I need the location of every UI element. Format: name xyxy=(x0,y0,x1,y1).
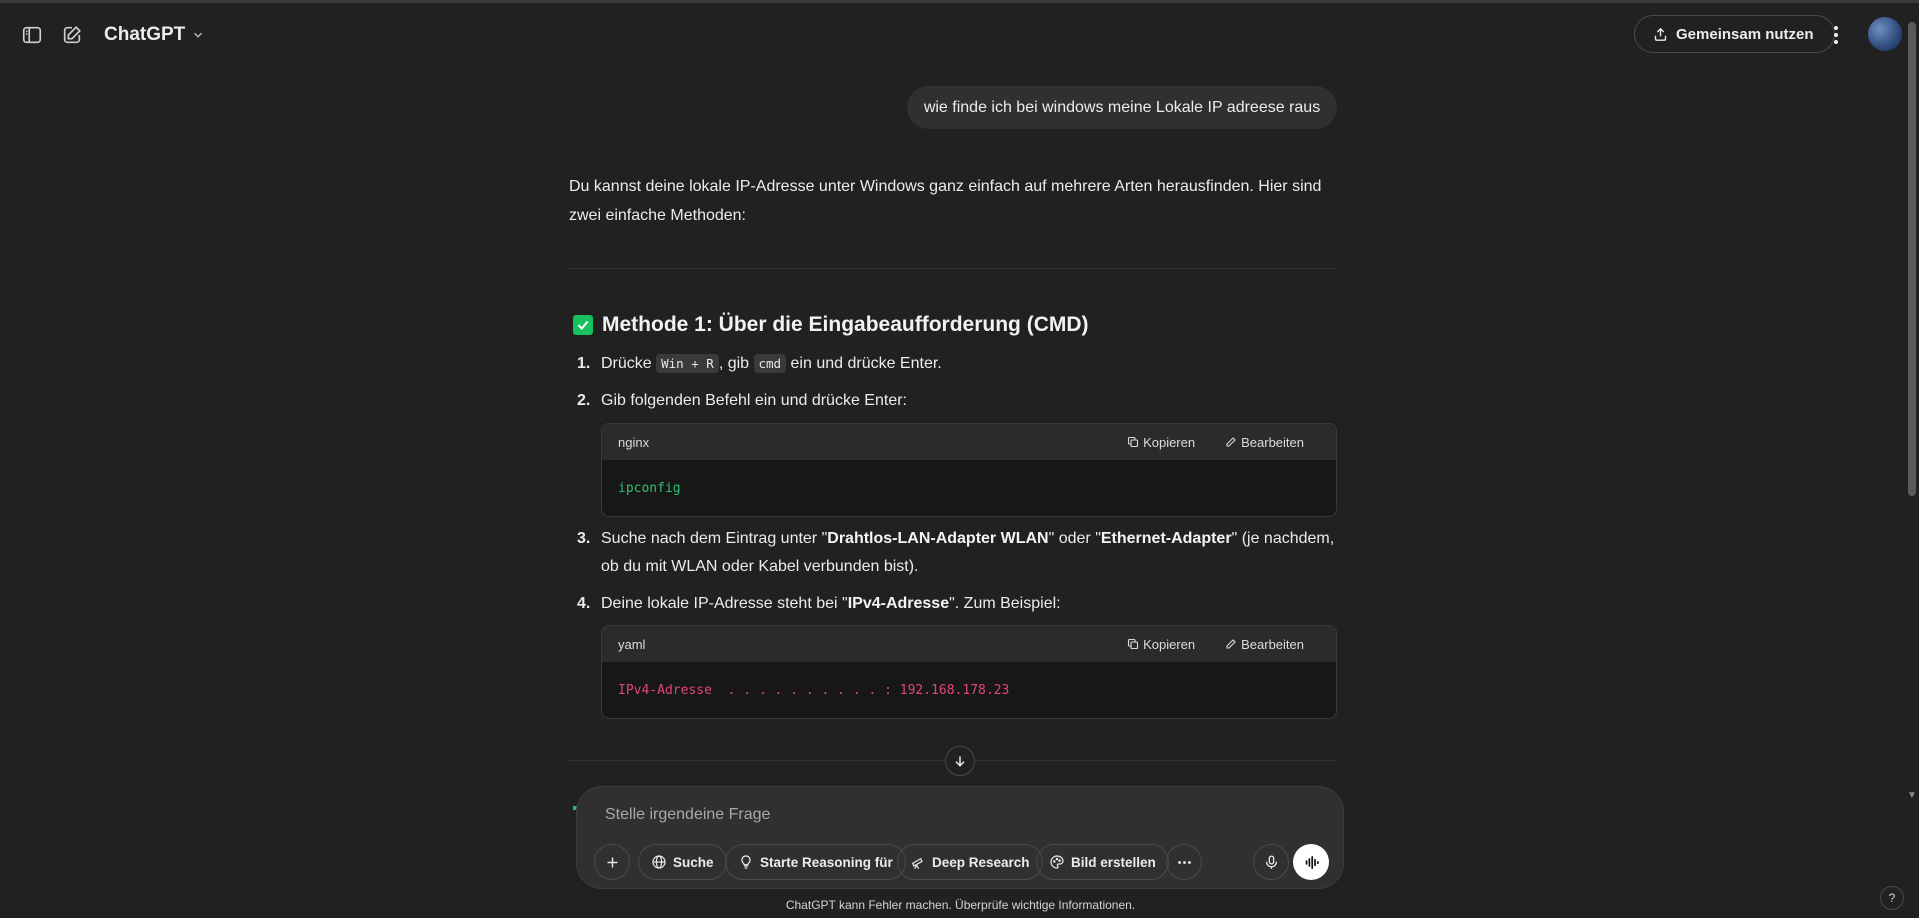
copy-button[interactable]: Kopieren xyxy=(1127,637,1195,652)
copy-icon xyxy=(1128,436,1139,448)
copy-button[interactable]: Kopieren xyxy=(1127,435,1195,450)
check-mark-icon xyxy=(573,315,593,335)
prompt-input[interactable] xyxy=(605,801,1305,829)
list-item: 1. Drücke Win + R, gib cmd ein und drück… xyxy=(569,350,1339,378)
reasoning-tool-button[interactable]: Starte Reasoning für xyxy=(725,844,906,880)
divider xyxy=(569,268,1337,269)
search-tool-button[interactable]: Suche xyxy=(638,844,727,880)
inline-code: Win + R xyxy=(656,354,719,373)
method-title: Methode 1: Über die Eingabeaufforderung … xyxy=(602,313,1089,336)
pencil-icon xyxy=(1226,437,1236,447)
list-number: 2. xyxy=(577,392,591,409)
list-text: Suche nach dem Eintrag unter "Drahtlos-L… xyxy=(601,525,1337,581)
avatar[interactable] xyxy=(1868,17,1902,51)
list-text: Deine lokale IP-Adresse steht bei "IPv4-… xyxy=(601,590,1337,618)
text-fragment: Suche nach dem Eintrag unter " xyxy=(601,530,828,547)
scroll-down-arrow-icon[interactable]: ▼ xyxy=(1906,790,1918,802)
edit-label: Bearbeiten xyxy=(1241,636,1304,652)
text-fragment: " oder " xyxy=(1048,530,1101,547)
telescope-icon xyxy=(911,857,923,869)
top-bar: ChatGPT Gemeinsam nutzen xyxy=(0,3,1902,61)
code-block-header: nginx Kopieren Bearbeiten xyxy=(602,424,1336,460)
create-image-tool-button[interactable]: Bild erstellen xyxy=(1036,844,1169,880)
more-horizontal-icon xyxy=(1177,860,1191,864)
list-text: Drücke Win + R, gib cmd ein und drücke E… xyxy=(601,350,1337,378)
more-options-button[interactable] xyxy=(1822,17,1850,53)
share-label: Gemeinsam nutzen xyxy=(1676,25,1814,43)
bold-text: Ethernet-Adapter xyxy=(1100,530,1232,547)
text-fragment: ein und drücke Enter. xyxy=(786,355,942,372)
add-attachment-button[interactable] xyxy=(594,844,630,880)
model-name: ChatGPT xyxy=(104,24,186,45)
user-message-text: wie finde ich bei windows meine Lokale I… xyxy=(923,98,1321,116)
lightbulb-icon xyxy=(741,855,751,869)
code-text: ipconfig xyxy=(618,480,681,496)
edit-icon xyxy=(63,26,81,44)
inline-code: cmd xyxy=(753,354,787,373)
list-item: 2. Gib folgenden Befehl ein und drücke E… xyxy=(569,387,1339,415)
list-text: Gib folgenden Befehl ein und drücke Ente… xyxy=(601,392,907,409)
list-number: 3. xyxy=(577,530,591,547)
composer: Suche Starte Reasoning für Deep Research… xyxy=(576,786,1344,889)
deep-research-tool-label: Deep Research xyxy=(932,854,1030,870)
assistant-intro: Du kannst deine lokale IP-Adresse unter … xyxy=(569,178,1322,224)
share-icon xyxy=(1654,27,1667,41)
edit-button[interactable]: Bearbeiten xyxy=(1225,637,1304,652)
palette-icon xyxy=(1050,855,1064,869)
code-block: yaml Kopieren Bearbeiten IPv4-Adresse . … xyxy=(601,625,1337,719)
new-chat-button[interactable] xyxy=(54,17,90,53)
bold-text: Drahtlos-LAN-Adapter WLAN xyxy=(827,530,1049,547)
help-button[interactable]: ? xyxy=(1880,886,1904,910)
list-item: 4. Deine lokale IP-Adresse steht bei "IP… xyxy=(569,590,1339,618)
code-language: nginx xyxy=(618,434,650,450)
arrow-down-icon xyxy=(955,756,965,767)
more-tools-button[interactable] xyxy=(1166,844,1202,880)
scrollbar-thumb[interactable] xyxy=(1908,22,1916,496)
sidebar-icon xyxy=(22,26,42,44)
reasoning-tool-label: Starte Reasoning für xyxy=(760,854,893,870)
microphone-icon xyxy=(1265,854,1277,869)
copy-label: Kopieren xyxy=(1143,434,1196,450)
deep-research-tool-button[interactable]: Deep Research xyxy=(897,844,1043,880)
list-number: 4. xyxy=(577,595,591,612)
dictate-button[interactable] xyxy=(1253,844,1289,880)
bold-text: IPv4-Adresse xyxy=(847,595,950,612)
voice-mode-button[interactable] xyxy=(1293,844,1329,880)
code-block-header: yaml Kopieren Bearbeiten xyxy=(602,626,1336,662)
user-message-bubble: wie finde ich bei windows meine Lokale I… xyxy=(907,86,1337,129)
text-fragment: ". Zum Beispiel: xyxy=(949,595,1061,612)
sidebar-toggle-button[interactable] xyxy=(14,17,50,53)
code-content: IPv4-Adresse . . . . . . . . . . : 192.1… xyxy=(602,662,1336,718)
help-icon: ? xyxy=(1888,891,1896,905)
share-button[interactable]: Gemeinsam nutzen xyxy=(1634,15,1835,53)
create-image-tool-label: Bild erstellen xyxy=(1071,854,1156,870)
disclaimer-text: ChatGPT kann Fehler machen. Überprüfe wi… xyxy=(785,898,1136,912)
code-content: ipconfig xyxy=(602,460,1336,516)
text-fragment: , gib xyxy=(718,355,754,372)
search-tool-label: Suche xyxy=(673,854,714,870)
text-fragment: Drücke xyxy=(601,355,657,372)
edit-label: Bearbeiten xyxy=(1241,434,1304,450)
list-number: 1. xyxy=(577,355,591,372)
more-vertical-icon xyxy=(1834,26,1838,44)
edit-button[interactable]: Bearbeiten xyxy=(1225,435,1304,450)
text-fragment: Deine lokale IP-Adresse steht bei " xyxy=(601,595,848,612)
chevron-down-icon xyxy=(194,32,203,38)
assistant-message: Du kannst deine lokale IP-Adresse unter … xyxy=(569,172,1337,230)
scroll-to-bottom-button[interactable] xyxy=(945,746,975,776)
copy-icon xyxy=(1128,638,1139,650)
code-language: yaml xyxy=(618,636,646,652)
code-block: nginx Kopieren Bearbeiten ipconfig xyxy=(601,423,1337,517)
disclaimer: ChatGPT kann Fehler machen. Überprüfe wi… xyxy=(0,898,1919,912)
code-text: IPv4-Adresse . . . . . . . . . . : 192.1… xyxy=(618,682,1010,698)
waveform-icon xyxy=(1305,855,1319,869)
list-item: 3. Suche nach dem Eintrag unter "Drahtlo… xyxy=(569,525,1339,583)
model-selector[interactable]: ChatGPT xyxy=(104,21,205,49)
globe-icon xyxy=(652,855,666,869)
method-heading: Methode 1: Über die Eingabeaufforderung … xyxy=(573,313,1089,337)
pencil-icon xyxy=(1226,639,1236,649)
copy-label: Kopieren xyxy=(1143,636,1196,652)
plus-icon xyxy=(607,857,617,867)
